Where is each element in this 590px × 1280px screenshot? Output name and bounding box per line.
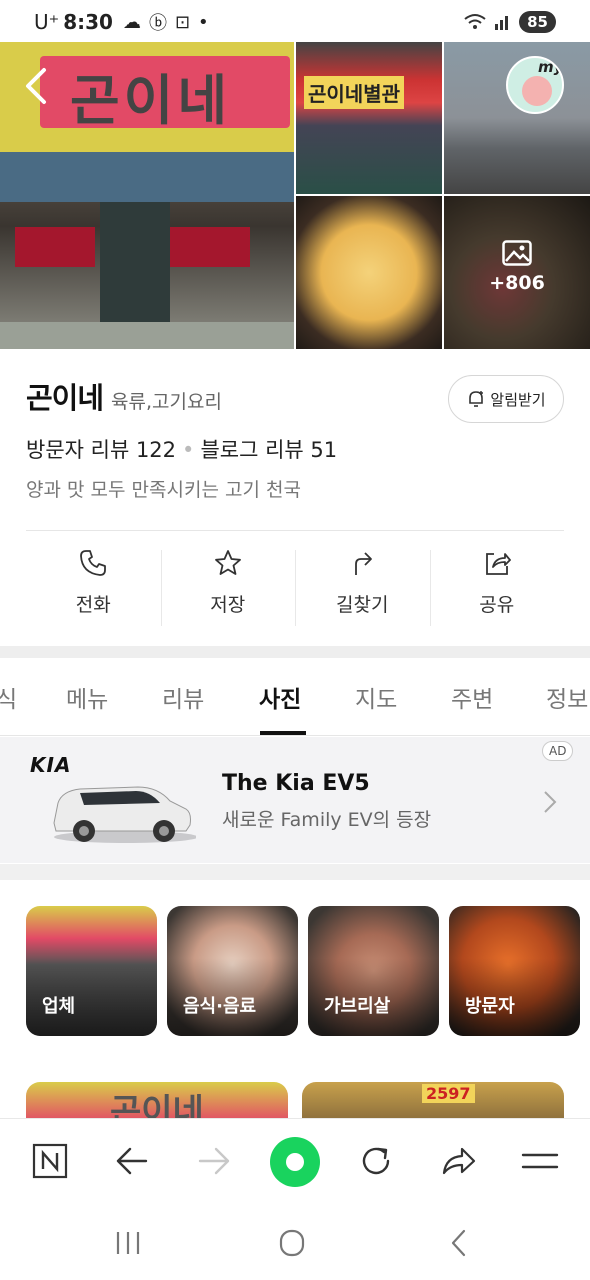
active-tab-indicator: [260, 731, 306, 735]
ad-banner[interactable]: KIA The Kia EV5 새로운 Family EV의 등장 AD: [0, 737, 590, 863]
system-nav-bar: [0, 1204, 590, 1280]
directions-icon: [355, 552, 373, 575]
carrier-label: U⁺: [34, 10, 60, 34]
category-label: 방문자: [465, 996, 515, 1017]
naver-n-icon: [32, 1143, 68, 1179]
refresh-button[interactable]: [354, 1139, 398, 1183]
ad-subtitle: 새로운 Family EV의 등장: [222, 809, 432, 831]
menu-button[interactable]: [518, 1139, 562, 1183]
tab-food[interactable]: 식: [0, 680, 17, 714]
photo-category-list: 업체 음식·음료 가브리살 방문자: [26, 906, 590, 1036]
chevron-right-icon: [544, 791, 557, 813]
tab-nearby[interactable]: 주변: [451, 680, 493, 714]
phone-icon: [80, 550, 107, 576]
photo-grid: 곤이네 곤이네별관 +806 my: [0, 42, 590, 349]
arrow-right-icon: [198, 1147, 230, 1175]
notification-dot-icon: •: [198, 11, 209, 33]
category-label: 음식·음료: [183, 996, 257, 1017]
photo-thumb-more[interactable]: +806: [444, 196, 590, 349]
image-icon: [502, 240, 532, 266]
divider: [26, 530, 564, 531]
category-card-food-drink[interactable]: 음식·음료: [167, 906, 298, 1036]
review-counts: 방문자 리뷰 122 • 블로그 리뷰 51: [26, 438, 338, 462]
category-label: 업체: [42, 996, 76, 1017]
forward-button[interactable]: [192, 1139, 236, 1183]
section-separator-2: [0, 864, 590, 880]
my-profile-button[interactable]: my: [506, 56, 564, 114]
place-name: 곤이네: [26, 381, 104, 415]
cloud-icon: ☁: [122, 11, 141, 33]
refresh-icon: [362, 1147, 390, 1175]
share-icon: [485, 553, 511, 575]
section-separator: [0, 646, 590, 658]
car-image: [53, 786, 196, 843]
photo-number-text: 2597: [422, 1084, 475, 1103]
back-button[interactable]: [110, 1139, 154, 1183]
wifi-icon: [464, 14, 486, 29]
avatar: [522, 76, 552, 106]
star-icon: [214, 550, 241, 575]
tab-bar: 식 메뉴 리뷰 사진 지도 주변 정보: [0, 658, 590, 736]
hamburger-icon: [521, 1153, 559, 1169]
ad-badge: AD: [542, 741, 574, 761]
recent-apps-icon[interactable]: [108, 1226, 148, 1260]
action-bar: 전화 저장 길찾기 공유: [26, 548, 564, 628]
share-label: 공유: [479, 594, 515, 616]
save-button[interactable]: 저장: [160, 548, 296, 628]
save-label: 저장: [210, 594, 246, 616]
arrow-left-icon: [116, 1147, 148, 1175]
call-button[interactable]: 전화: [26, 548, 161, 628]
browser-toolbar: [0, 1118, 590, 1204]
call-label: 전화: [75, 594, 111, 616]
tab-info[interactable]: 정보: [546, 680, 588, 714]
status-time: 8:30: [63, 10, 113, 34]
green-dot-button[interactable]: [270, 1137, 320, 1187]
b-app-icon: ⓑ: [148, 13, 167, 34]
alarm-button[interactable]: 알림받기: [448, 375, 564, 423]
visitor-reviews-link[interactable]: 방문자 리뷰 122: [26, 438, 176, 462]
category-label: 가브리살: [324, 996, 391, 1017]
tab-photo[interactable]: 사진: [259, 680, 301, 714]
screenshot-icon: ⊡: [174, 11, 191, 33]
share-button[interactable]: 공유: [429, 548, 565, 628]
photo-tile[interactable]: 곤이네: [26, 1082, 288, 1122]
system-back-icon[interactable]: [440, 1226, 480, 1260]
directions-button[interactable]: 길찾기: [295, 548, 430, 628]
place-header: 곤이네 육류,고기요리 알림받기: [26, 375, 566, 423]
category-card-gabrisal[interactable]: 가브리살: [308, 906, 439, 1036]
photo-sign-text: 곤이네: [110, 1092, 204, 1122]
bell-plus-icon: [469, 391, 484, 407]
battery-badge: 85: [519, 11, 556, 33]
status-bar: U⁺ 8:30 ☁ ⓑ ⊡ • 85: [0, 0, 590, 44]
blog-reviews-link[interactable]: 블로그 리뷰 51: [200, 438, 337, 462]
place-category: 육류,고기요리: [111, 391, 222, 413]
more-photos-count: +806: [489, 272, 545, 294]
photo-tile[interactable]: 2597: [302, 1082, 564, 1122]
directions-label: 길찾기: [336, 594, 389, 616]
category-card-business[interactable]: 업체: [26, 906, 157, 1036]
store-sign-text: 곤이네: [70, 69, 232, 132]
alarm-label: 알림받기: [490, 390, 546, 409]
photo-thumb-1[interactable]: 곤이네별관: [296, 42, 442, 194]
naver-home-button[interactable]: [28, 1139, 72, 1183]
my-label: my: [538, 58, 564, 76]
tab-map[interactable]: 지도: [355, 680, 397, 714]
ad-title: The Kia EV5: [222, 771, 370, 796]
photo-thumb-3[interactable]: [296, 196, 442, 349]
tab-review[interactable]: 리뷰: [162, 680, 204, 714]
home-icon[interactable]: [272, 1226, 312, 1260]
share-arrow-icon: [442, 1147, 476, 1175]
back-arrow-icon[interactable]: [18, 64, 58, 108]
category-card-visitor[interactable]: 방문자: [449, 906, 580, 1036]
share-page-button[interactable]: [436, 1139, 480, 1183]
thumb-sign-text: 곤이네별관: [304, 76, 404, 109]
tab-menu[interactable]: 메뉴: [66, 680, 108, 714]
place-description: 양과 맛 모두 만족시키는 고기 천국: [26, 479, 301, 501]
signal-icon: [495, 16, 509, 30]
